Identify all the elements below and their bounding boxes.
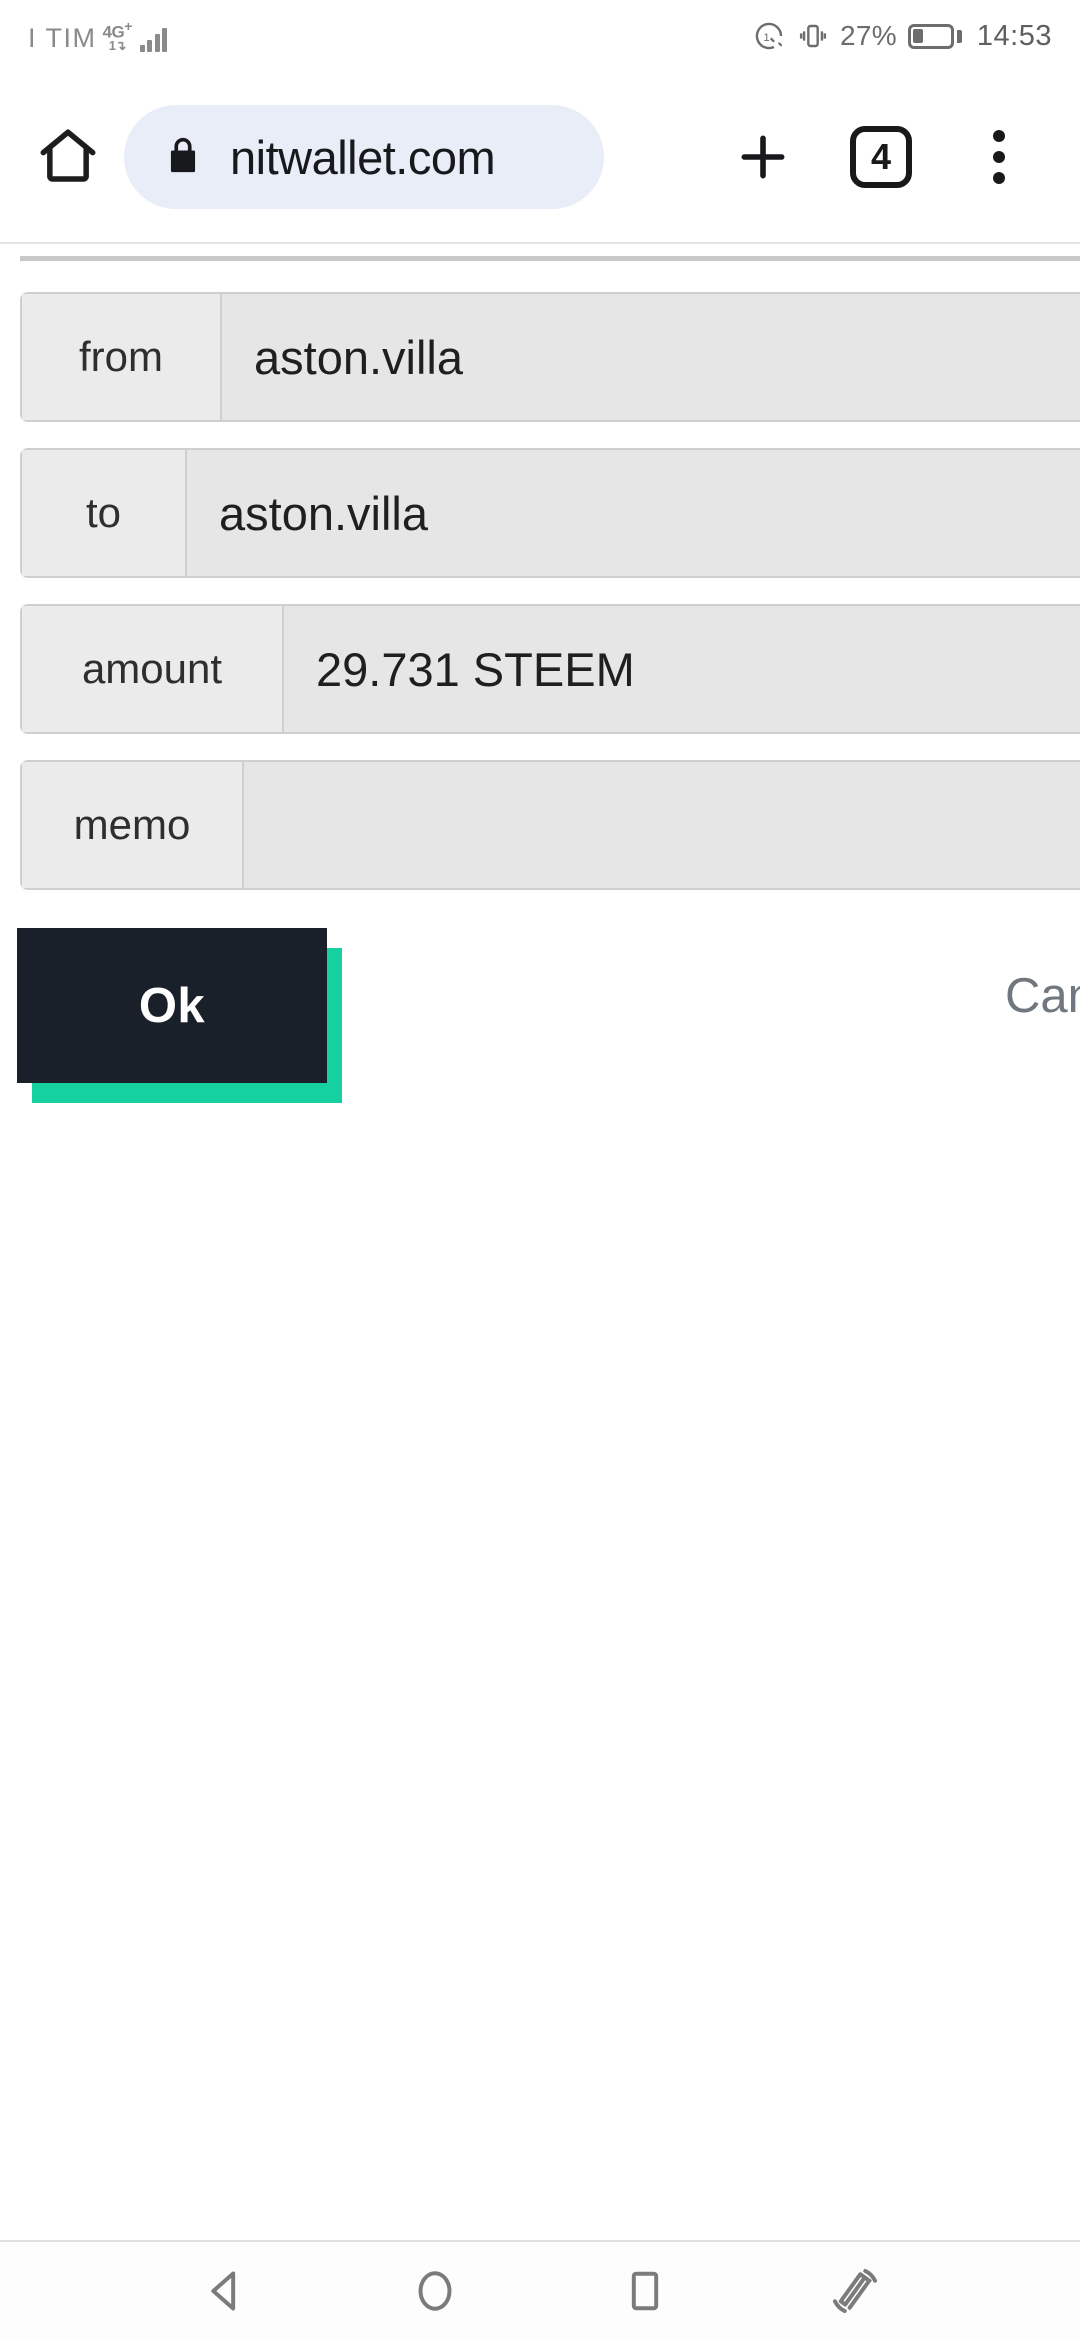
status-bar: I TIM 4G+ 1↴ 1 27% 14:53 [0,0,1080,72]
battery-percent-label: 27% [839,20,897,51]
lock-icon [162,134,204,181]
tab-count-text: 4 [870,136,892,177]
status-bar-left: I TIM 4G+ 1↴ [28,20,175,53]
form-row-from: from aston.villa [20,292,1080,422]
cancel-button[interactable]: Cancel [1005,968,1080,1024]
carrier-label: I TIM [28,23,97,54]
transfer-confirm-form: from aston.villa to aston.villa amount 2… [20,292,1080,916]
plus-icon[interactable] [704,107,822,207]
network-type: 4G+ 1↴ [102,18,133,54]
home-icon[interactable] [22,111,114,203]
network-arrows-label: 1↴ [108,38,127,54]
status-bar-clock: 14:53 [976,19,1052,52]
row-label-memo: memo [22,762,244,888]
row-label-to: to [22,450,187,576]
back-triangle-icon[interactable] [170,2241,280,2340]
signal-bars-icon [139,26,175,53]
tab-count-box: 4 [850,126,912,188]
form-row-memo: memo [20,760,1080,890]
tab-switcher-button[interactable]: 4 [822,107,940,207]
url-bar[interactable]: nitwallet.com [124,105,604,209]
url-text[interactable]: nitwallet.com [230,130,496,185]
android-nav-bar [0,2240,1080,2340]
row-label-amount: amount [22,606,284,732]
network-type-label: 4G+ [102,18,133,42]
battery-fill [913,29,923,43]
form-row-to: to aston.villa [20,448,1080,578]
browser-toolbar: nitwallet.com 4 [0,72,1080,244]
rotate-screen-icon[interactable] [800,2241,910,2340]
battery-body [907,23,954,49]
home-circle-icon[interactable] [380,2241,490,2340]
confirm-actions: Ok Cancel [0,916,1080,1136]
battery-cap [956,29,962,43]
phone-screen: I TIM 4G+ 1↴ 1 27% 14:53 nitwallet.com 4… [0,0,1080,2340]
kebab-menu-icon[interactable] [940,107,1058,207]
ok-button[interactable]: Ok [17,928,327,1083]
data-saver-icon: 1 [752,19,786,53]
row-value-from[interactable]: aston.villa [222,294,1080,420]
toolbar-actions: 4 [704,107,1058,207]
web-page-content: from aston.villa to aston.villa amount 2… [0,244,1080,2240]
vibrate-icon [797,20,829,52]
row-label-from: from [22,294,222,420]
content-divider [20,256,1080,261]
kebab-dots [993,130,1005,184]
recents-square-icon[interactable] [590,2241,700,2340]
row-value-to[interactable]: aston.villa [187,450,1080,576]
status-bar-right: 1 27% 14:53 [752,19,1052,53]
svg-text:1: 1 [763,32,769,44]
form-row-amount: amount 29.731 STEEM [20,604,1080,734]
row-value-amount[interactable]: 29.731 STEEM [284,606,1080,732]
battery-icon [907,23,962,49]
row-value-memo[interactable] [244,762,1080,888]
